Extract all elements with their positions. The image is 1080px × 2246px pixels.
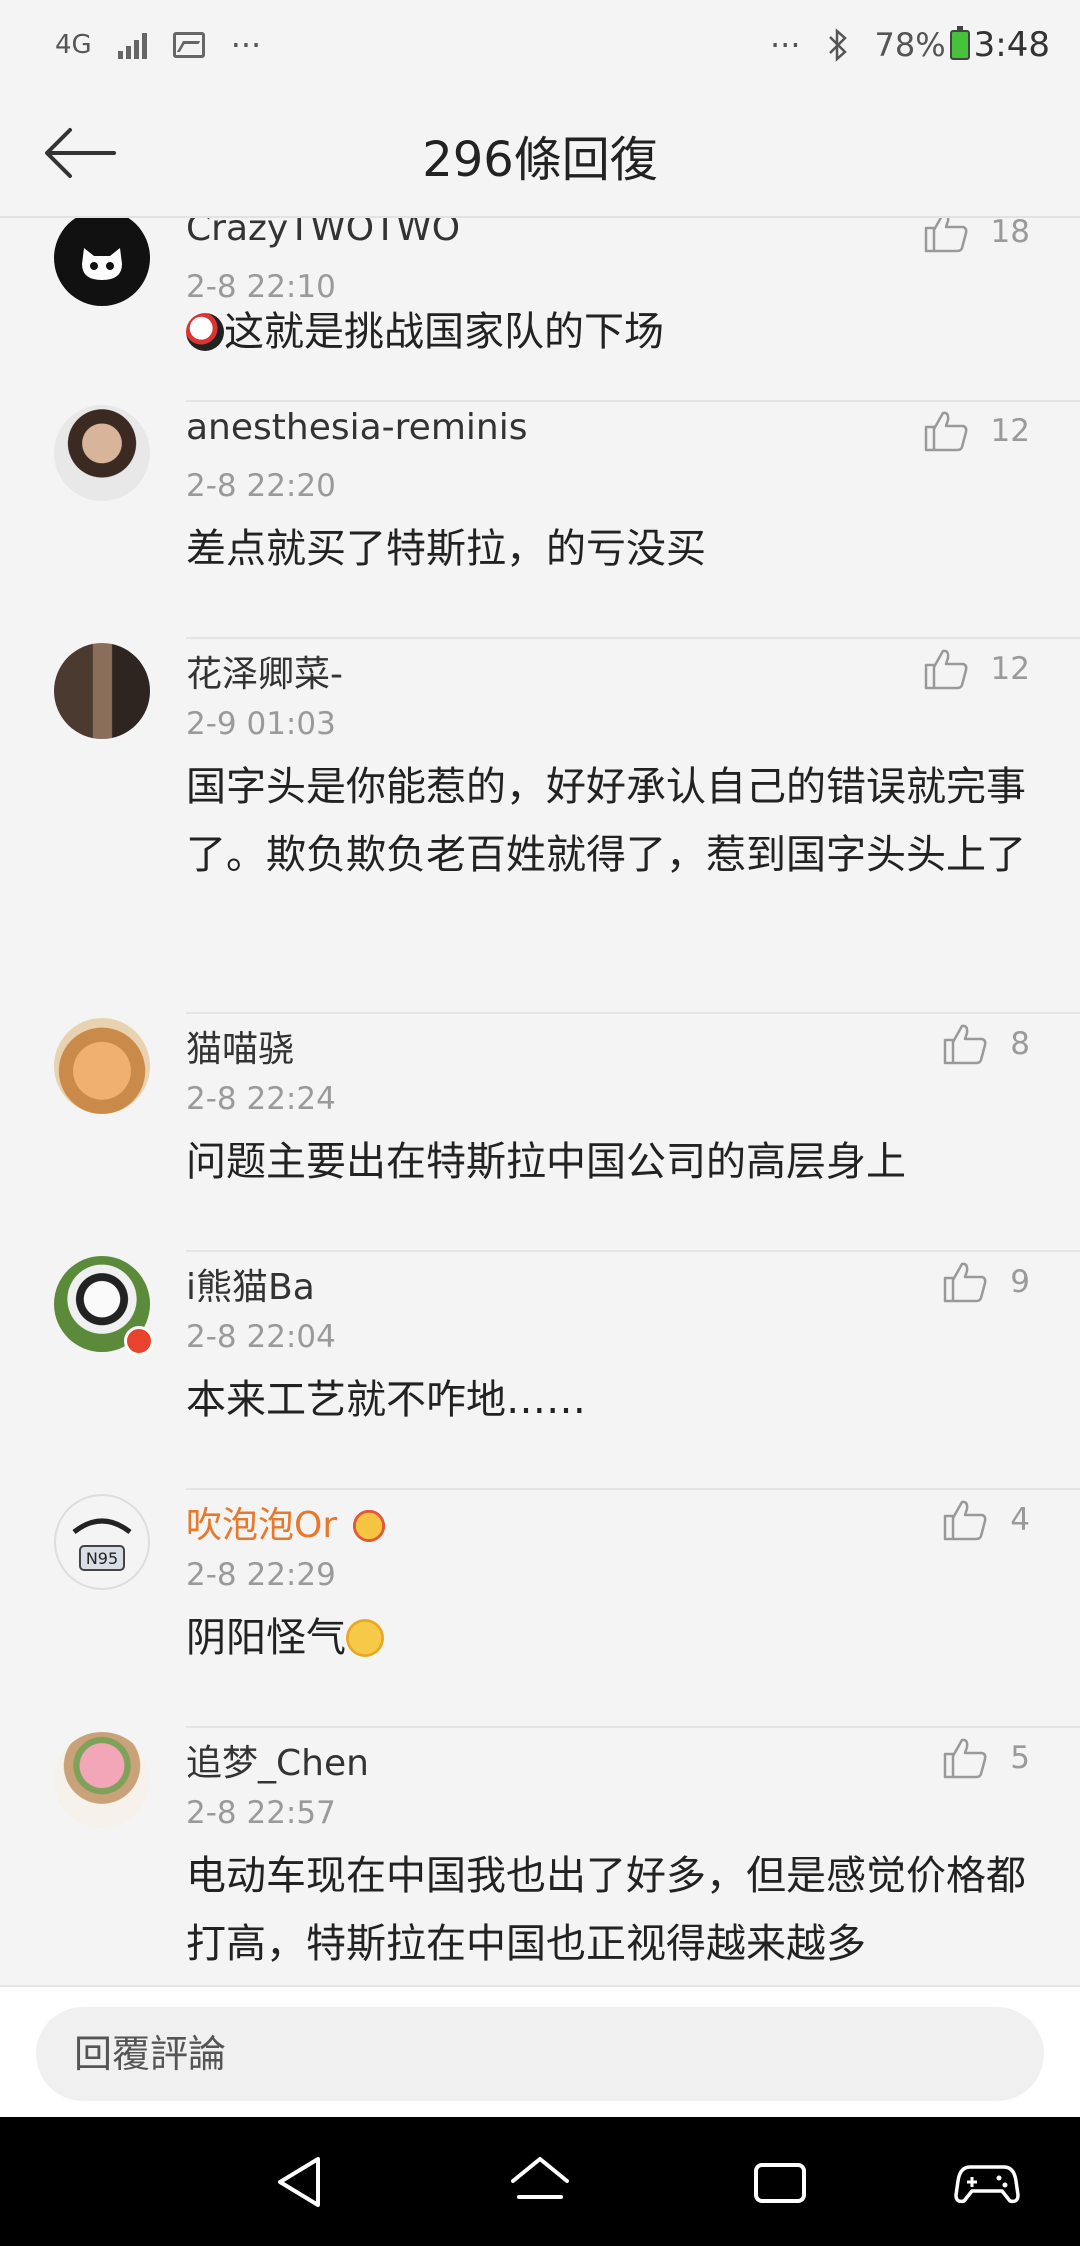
signal-icon (117, 31, 147, 59)
avatar[interactable] (54, 1018, 150, 1114)
battery-group: 78% 3:48 (875, 25, 1050, 65)
gamepad-icon[interactable] (952, 2147, 1022, 2217)
like-count: 4 (1010, 1502, 1030, 1538)
avatar[interactable] (54, 1256, 154, 1356)
svg-text:N95: N95 (86, 1549, 118, 1568)
like-count: 18 (990, 218, 1030, 250)
comment-text: 差点就买了特斯拉，的亏没买 (186, 526, 706, 572)
comment-text: 这就是挑战国家队的下场 (186, 298, 1046, 366)
divider (186, 637, 1080, 639)
like-count: 9 (1010, 1264, 1030, 1300)
sweat-emoji (346, 1619, 384, 1657)
comment-date: 2-8 22:24 (186, 1081, 336, 1117)
nav-home-icon[interactable] (505, 2147, 575, 2217)
like-button[interactable]: 18 (923, 218, 1030, 254)
comment-date: 2-8 22:20 (186, 468, 336, 504)
status-right: ··· 78% 3:48 (770, 25, 1050, 65)
comment-text: 阴阳怪气 (186, 1604, 1046, 1672)
like-button[interactable]: 4 (942, 1498, 1030, 1542)
comment-username[interactable]: 追梦_Chen (186, 1734, 369, 1786)
like-button[interactable]: 8 (942, 1022, 1030, 1066)
comment-username[interactable]: 猫喵骁 (186, 1020, 294, 1072)
username-text: 吹泡泡Or (186, 1505, 338, 1546)
panda-emoji (186, 313, 224, 351)
thumb-up-icon (924, 411, 967, 452)
like-button[interactable]: 9 (942, 1260, 1030, 1304)
divider (186, 400, 1080, 402)
vip-crown-icon (348, 1505, 389, 1543)
comment-username[interactable]: 花泽卿菜- (186, 645, 343, 697)
like-count: 12 (990, 651, 1030, 687)
network-type: 4G (55, 30, 92, 60)
divider (186, 1250, 1080, 1252)
comment-list[interactable]: CrazyTWOTWO 2-8 22:10 这就是挑战国家队的下场 18 ane… (0, 218, 1080, 1985)
avatar[interactable]: N95 (54, 1494, 150, 1590)
battery-icon (949, 26, 970, 60)
comment-date: 2-9 01:03 (186, 706, 336, 742)
divider (186, 1726, 1080, 1728)
thumb-up-icon (944, 1262, 987, 1303)
divider (186, 1488, 1080, 1490)
comment-username[interactable]: anesthesia-reminis (186, 407, 527, 448)
comment-date: 2-8 22:29 (186, 1557, 336, 1593)
comment-text: 国字头是你能惹的，好好承认自己的错误就完事了。欺负欺负老百姓就得了，惹到国字头头… (186, 764, 1026, 878)
nav-back-icon[interactable] (266, 2147, 336, 2217)
page-title: 296條回復 (422, 132, 658, 188)
title-bar: 296條回復 (0, 90, 1080, 218)
comment-date: 2-8 22:57 (186, 1795, 336, 1831)
thumb-up-icon (924, 649, 967, 690)
like-count: 8 (1010, 1026, 1030, 1062)
status-bar: 4G ··· ··· 78% 3:48 (0, 0, 1080, 90)
clock: 3:48 (973, 25, 1050, 65)
comment-text-content: 阴阳怪气 (186, 1615, 346, 1661)
status-left: 4G ··· (55, 26, 261, 64)
comment-text: 电动车现在中国我也出了好多，但是感觉价格都打高，特斯拉在中国也正视得越来越多 (186, 1853, 1026, 1967)
thumb-up-icon (944, 1738, 987, 1779)
avatar[interactable] (54, 405, 150, 501)
reply-input[interactable] (36, 2007, 1044, 2101)
bluetooth-icon (828, 28, 847, 62)
comment-text: 本来工艺就不咋地…… (186, 1377, 586, 1423)
avatar[interactable] (54, 218, 150, 306)
comment-text: 问题主要出在特斯拉中国公司的高层身上 (186, 1139, 906, 1185)
thumb-up-icon (944, 1024, 987, 1065)
status-more-left: ··· (230, 26, 262, 64)
comment-username[interactable]: 吹泡泡Or (186, 1496, 389, 1548)
avatar[interactable] (54, 643, 150, 739)
comment-username[interactable]: CrazyTWOTWO (186, 218, 460, 249)
like-count: 5 (1010, 1740, 1030, 1776)
battery-percent: 78% (874, 26, 946, 64)
nav-recents-icon[interactable] (745, 2147, 815, 2217)
status-more-right: ··· (770, 26, 801, 64)
thumb-up-icon (944, 1500, 987, 1541)
reply-bar (0, 1985, 1080, 2117)
like-button[interactable]: 12 (923, 409, 1030, 453)
like-button[interactable]: 12 (923, 647, 1030, 691)
avatar[interactable] (54, 1732, 150, 1828)
comment-text-content: 这就是挑战国家队的下场 (224, 309, 664, 355)
image-icon (172, 32, 205, 58)
like-button[interactable]: 5 (942, 1736, 1030, 1780)
like-count: 12 (990, 413, 1030, 449)
verified-badge-icon (124, 1326, 154, 1356)
divider (186, 1012, 1080, 1014)
navigation-bar (0, 2117, 1080, 2246)
comment-username[interactable]: i熊猫Ba (186, 1258, 315, 1310)
thumb-up-icon (924, 218, 967, 253)
comment-date: 2-8 22:04 (186, 1319, 336, 1355)
